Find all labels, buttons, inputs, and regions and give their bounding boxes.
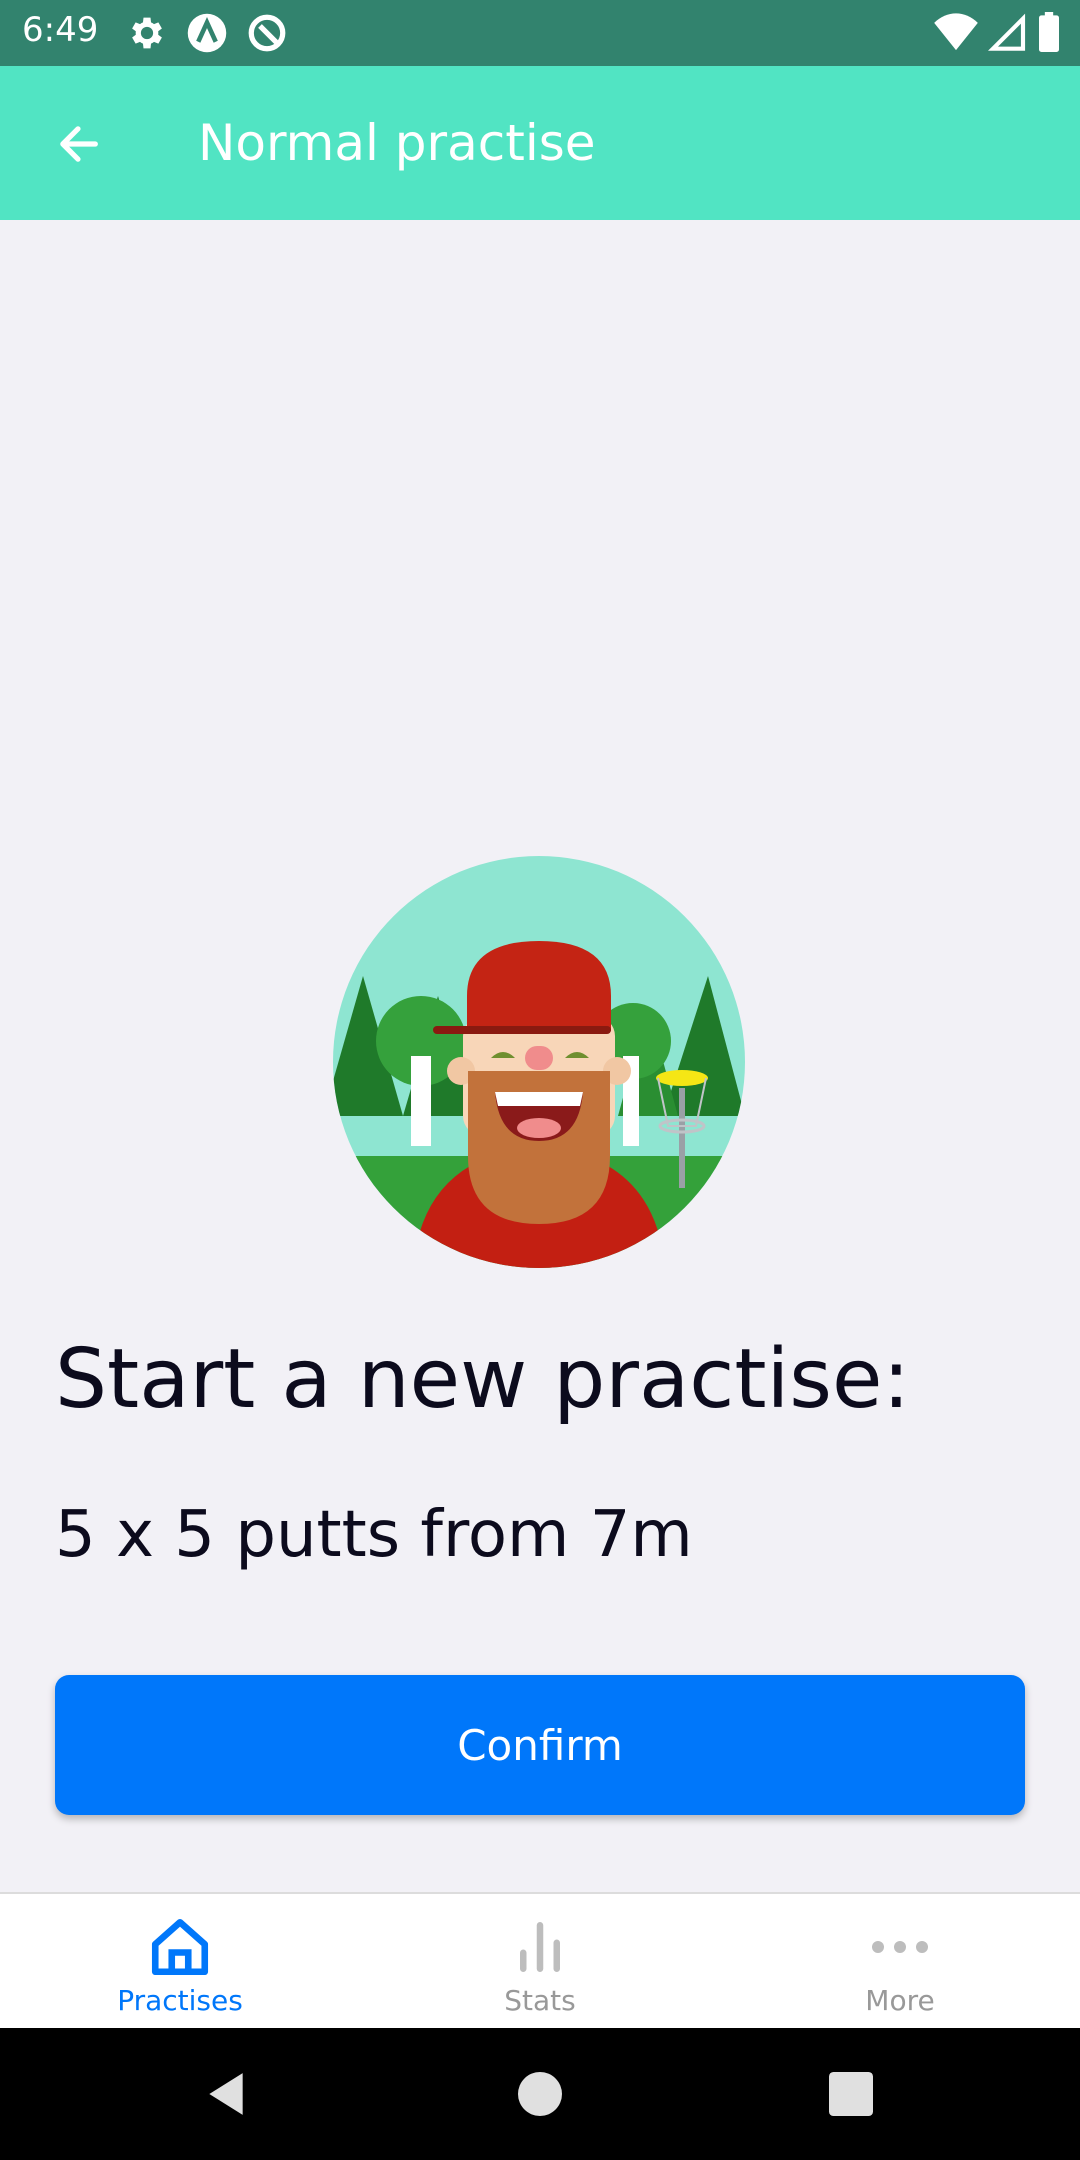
status-time: 6:49 <box>22 10 99 50</box>
circle-home-icon <box>518 2072 562 2116</box>
practise-description: 5 x 5 putts from 7m <box>55 1498 693 1572</box>
bottom-navigation: Practises Stats More <box>0 1892 1080 2028</box>
confirm-button[interactable]: Confirm <box>55 1675 1025 1815</box>
nav-item-practises[interactable]: Practises <box>0 1894 360 2028</box>
nav-label-stats: Stats <box>504 1984 576 2017</box>
wifi-icon <box>934 12 978 56</box>
practise-heading: Start a new practise: <box>55 1332 911 1427</box>
app-q-icon <box>246 12 288 54</box>
player-illustration <box>333 856 745 1268</box>
system-navigation-bar <box>0 2028 1080 2160</box>
more-dots-icon <box>872 1941 928 1953</box>
nav-item-stats[interactable]: Stats <box>360 1894 720 2028</box>
app-bar: Normal practise <box>0 66 1080 220</box>
page-title: Normal practise <box>198 114 596 172</box>
settings-icon <box>126 12 168 54</box>
system-home-button[interactable] <box>510 2064 570 2124</box>
system-recents-button[interactable] <box>821 2064 881 2124</box>
triangle-back-icon <box>209 2073 243 2115</box>
back-button[interactable] <box>40 106 116 182</box>
system-back-button[interactable] <box>196 2064 256 2124</box>
app-a-icon <box>186 12 228 54</box>
square-recents-icon <box>829 2072 873 2116</box>
home-icon <box>151 1918 209 1976</box>
nav-label-more: More <box>865 1984 935 2017</box>
nav-item-more[interactable]: More <box>720 1894 1080 2028</box>
nav-label-practises: Practises <box>117 1984 243 2017</box>
battery-icon <box>1038 12 1060 56</box>
status-bar: 6:49 <box>0 0 1080 66</box>
main-content: Start a new practise: 5 x 5 putts from 7… <box>0 220 1080 1892</box>
bar-chart-icon <box>520 1922 560 1972</box>
signal-icon <box>987 12 1028 56</box>
arrow-back-icon <box>60 126 98 162</box>
